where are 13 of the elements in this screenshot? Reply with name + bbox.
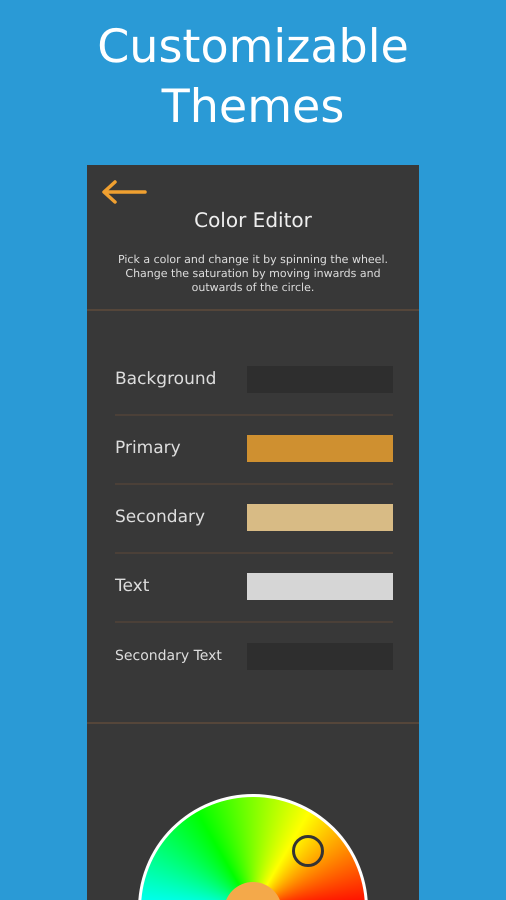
color-swatch[interactable] (247, 435, 393, 462)
color-label: Primary (115, 436, 181, 460)
color-swatch[interactable] (247, 504, 393, 531)
headline: Customizable Themes (96, 18, 410, 135)
screen-title: Color Editor (193, 207, 313, 234)
back-arrow-icon[interactable] (101, 179, 147, 205)
color-label: Secondary (115, 506, 206, 529)
description-text: Pick a color and change it by spinning the wheel. Change the saturation by moving inwards and outwards of the circle. (116, 253, 390, 295)
color-swatch[interactable] (247, 573, 393, 600)
color-label: Secondary Text (115, 647, 222, 666)
wheel-handle[interactable] (292, 835, 324, 867)
color-label: Background (115, 368, 216, 391)
color-label: Text (115, 574, 150, 598)
